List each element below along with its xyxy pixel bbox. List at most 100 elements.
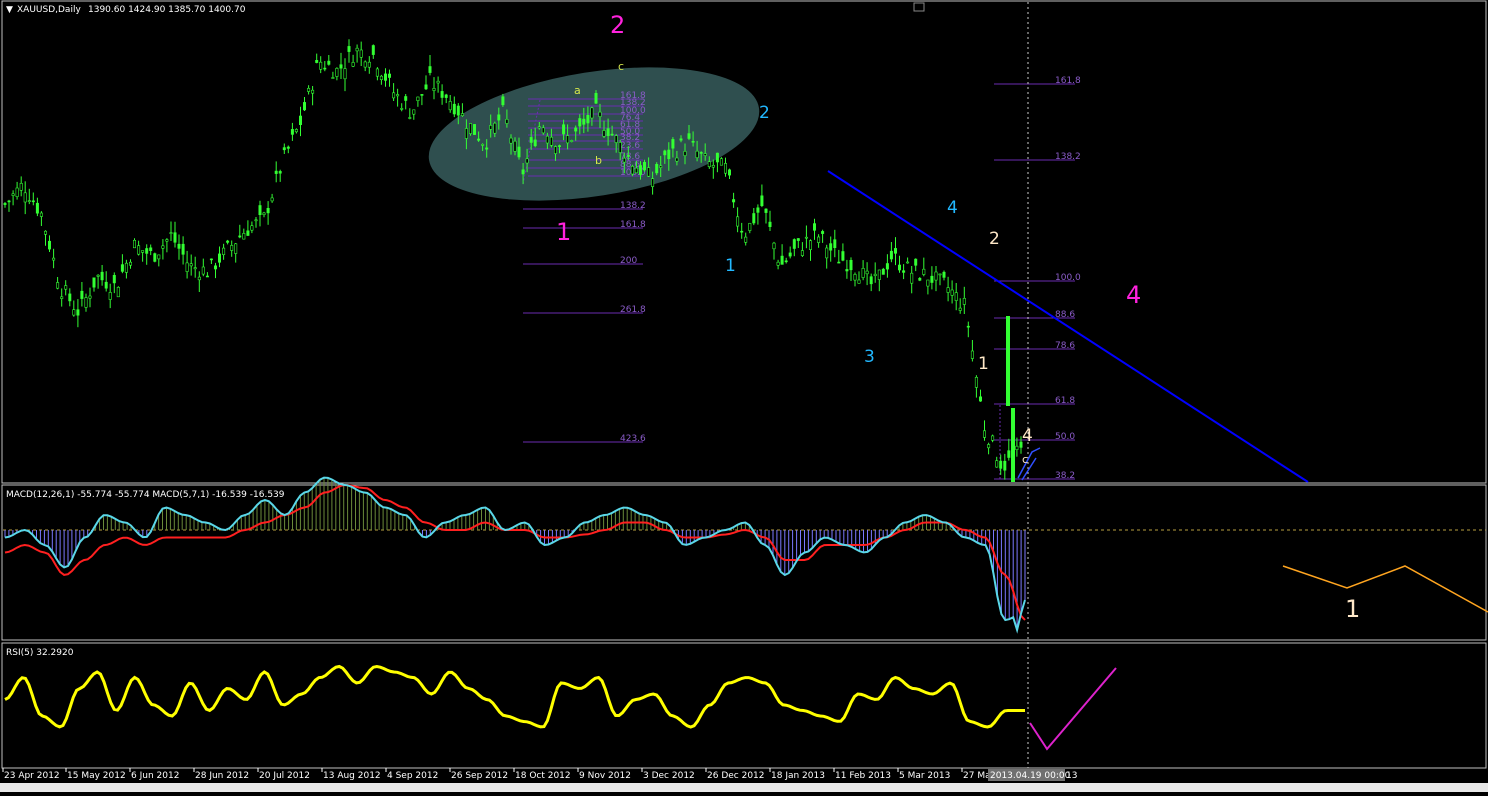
candle-body xyxy=(201,266,205,275)
candle-body xyxy=(452,103,456,115)
candle-body xyxy=(379,75,383,80)
candle-body xyxy=(153,253,157,262)
fib-label: 138.2 xyxy=(1055,152,1081,162)
fib-label: 138.2 xyxy=(620,201,646,211)
candle-body xyxy=(699,152,703,154)
candle-body xyxy=(47,240,51,250)
candle-body xyxy=(987,444,991,449)
candle-body xyxy=(218,253,222,263)
candle-body xyxy=(1003,460,1007,471)
x-tick-label: 23 Apr 2012 xyxy=(4,771,60,781)
macd-header: MACD(12,26,1) -55.774 -55.774 MACD(5,7,1… xyxy=(6,490,285,500)
chart-window: ▼ XAUUSD,Daily 1390.60 1424.90 1385.70 1… xyxy=(0,0,1488,792)
candle-body xyxy=(889,250,893,260)
candle-body xyxy=(910,272,914,284)
candle-body xyxy=(177,243,181,249)
candle-body xyxy=(108,292,112,300)
candle-body xyxy=(497,114,501,121)
candle-body xyxy=(278,171,282,174)
candle-body xyxy=(780,255,784,265)
x-tick-label: 26 Dec 2012 xyxy=(707,771,765,781)
candle-body xyxy=(262,212,266,215)
candle-body xyxy=(359,49,363,58)
candle-body xyxy=(412,109,416,115)
x-tick-label: 13 Aug 2012 xyxy=(323,771,381,781)
wave-label-magenta: 1 xyxy=(556,218,571,246)
candle-body xyxy=(574,127,578,132)
fib-label: 38.2 xyxy=(1055,471,1075,481)
candle-body xyxy=(946,287,950,293)
candle-body xyxy=(651,178,655,187)
candle-body xyxy=(659,165,663,168)
candle-body xyxy=(764,208,768,213)
candle-body xyxy=(630,166,634,175)
candle-body xyxy=(266,208,270,214)
candle-body xyxy=(582,118,586,125)
candle-body xyxy=(845,269,849,272)
x-tick-label: 5 Mar 2013 xyxy=(899,771,950,781)
candle-body xyxy=(43,230,47,235)
symbol-label: XAUUSD,Daily xyxy=(17,5,81,15)
candle-body xyxy=(768,221,772,228)
candle-body xyxy=(732,199,736,203)
candle-body xyxy=(752,213,756,224)
candle-body xyxy=(258,205,262,215)
candle-body xyxy=(52,257,56,261)
candle-body xyxy=(970,350,974,359)
candle-body xyxy=(683,151,687,156)
candle-body xyxy=(566,135,570,144)
candle-body xyxy=(424,84,428,90)
candle-body xyxy=(112,274,116,284)
candle-body xyxy=(829,243,833,251)
bottom-scrollbar[interactable] xyxy=(0,783,1488,792)
candle-body xyxy=(529,137,533,143)
chart-canvas[interactable]: ▼ XAUUSD,Daily 1390.60 1424.90 1385.70 1… xyxy=(0,0,1488,792)
candle-body xyxy=(873,273,877,277)
candle-body xyxy=(602,130,606,137)
candle-body xyxy=(642,162,646,171)
candle-body xyxy=(772,242,776,250)
candle-body xyxy=(885,263,889,270)
candle-body xyxy=(991,435,995,441)
x-tick-label: 11 Feb 2013 xyxy=(835,771,891,781)
candle-body xyxy=(626,155,630,157)
candle-body xyxy=(246,230,250,236)
candle-body xyxy=(270,197,274,202)
candle-body xyxy=(999,460,1003,469)
candle-body xyxy=(133,240,137,249)
candle-body xyxy=(72,309,76,316)
candle-body xyxy=(974,376,978,388)
candle-body xyxy=(958,307,962,311)
x-tick-label: 3 Dec 2012 xyxy=(643,771,695,781)
candle-body xyxy=(711,165,715,168)
candle-body xyxy=(294,129,298,133)
candle-body xyxy=(383,73,387,81)
candle-body xyxy=(914,258,918,266)
candle-body xyxy=(408,117,412,119)
candle-body xyxy=(562,124,566,135)
candle-body xyxy=(740,230,744,233)
candle-body xyxy=(675,157,679,162)
candle-body xyxy=(141,250,145,253)
candle-body xyxy=(598,111,602,117)
x-tick-label: 4 Sep 2012 xyxy=(387,771,438,781)
cursor-date-label: 2013.04.19 00:00 xyxy=(990,771,1071,781)
candle-body xyxy=(557,145,561,147)
candle-body xyxy=(331,77,335,79)
candle-body xyxy=(35,202,39,214)
candle-body xyxy=(250,225,254,231)
candle-body xyxy=(784,260,788,263)
candle-body xyxy=(760,195,764,207)
candle-body xyxy=(363,61,367,68)
candle-body xyxy=(137,245,141,255)
candle-body xyxy=(902,270,906,273)
candle-body xyxy=(995,460,999,468)
chart-header-arrow-icon[interactable]: ▼ xyxy=(6,5,13,15)
candle-body xyxy=(173,232,177,243)
fib-label: 23.6 xyxy=(620,141,640,151)
candle-body xyxy=(748,223,752,231)
candle-body xyxy=(942,271,946,278)
x-tick-label: 6 Jun 2012 xyxy=(131,771,179,781)
candle-body xyxy=(214,265,218,270)
candle-body xyxy=(881,268,885,275)
